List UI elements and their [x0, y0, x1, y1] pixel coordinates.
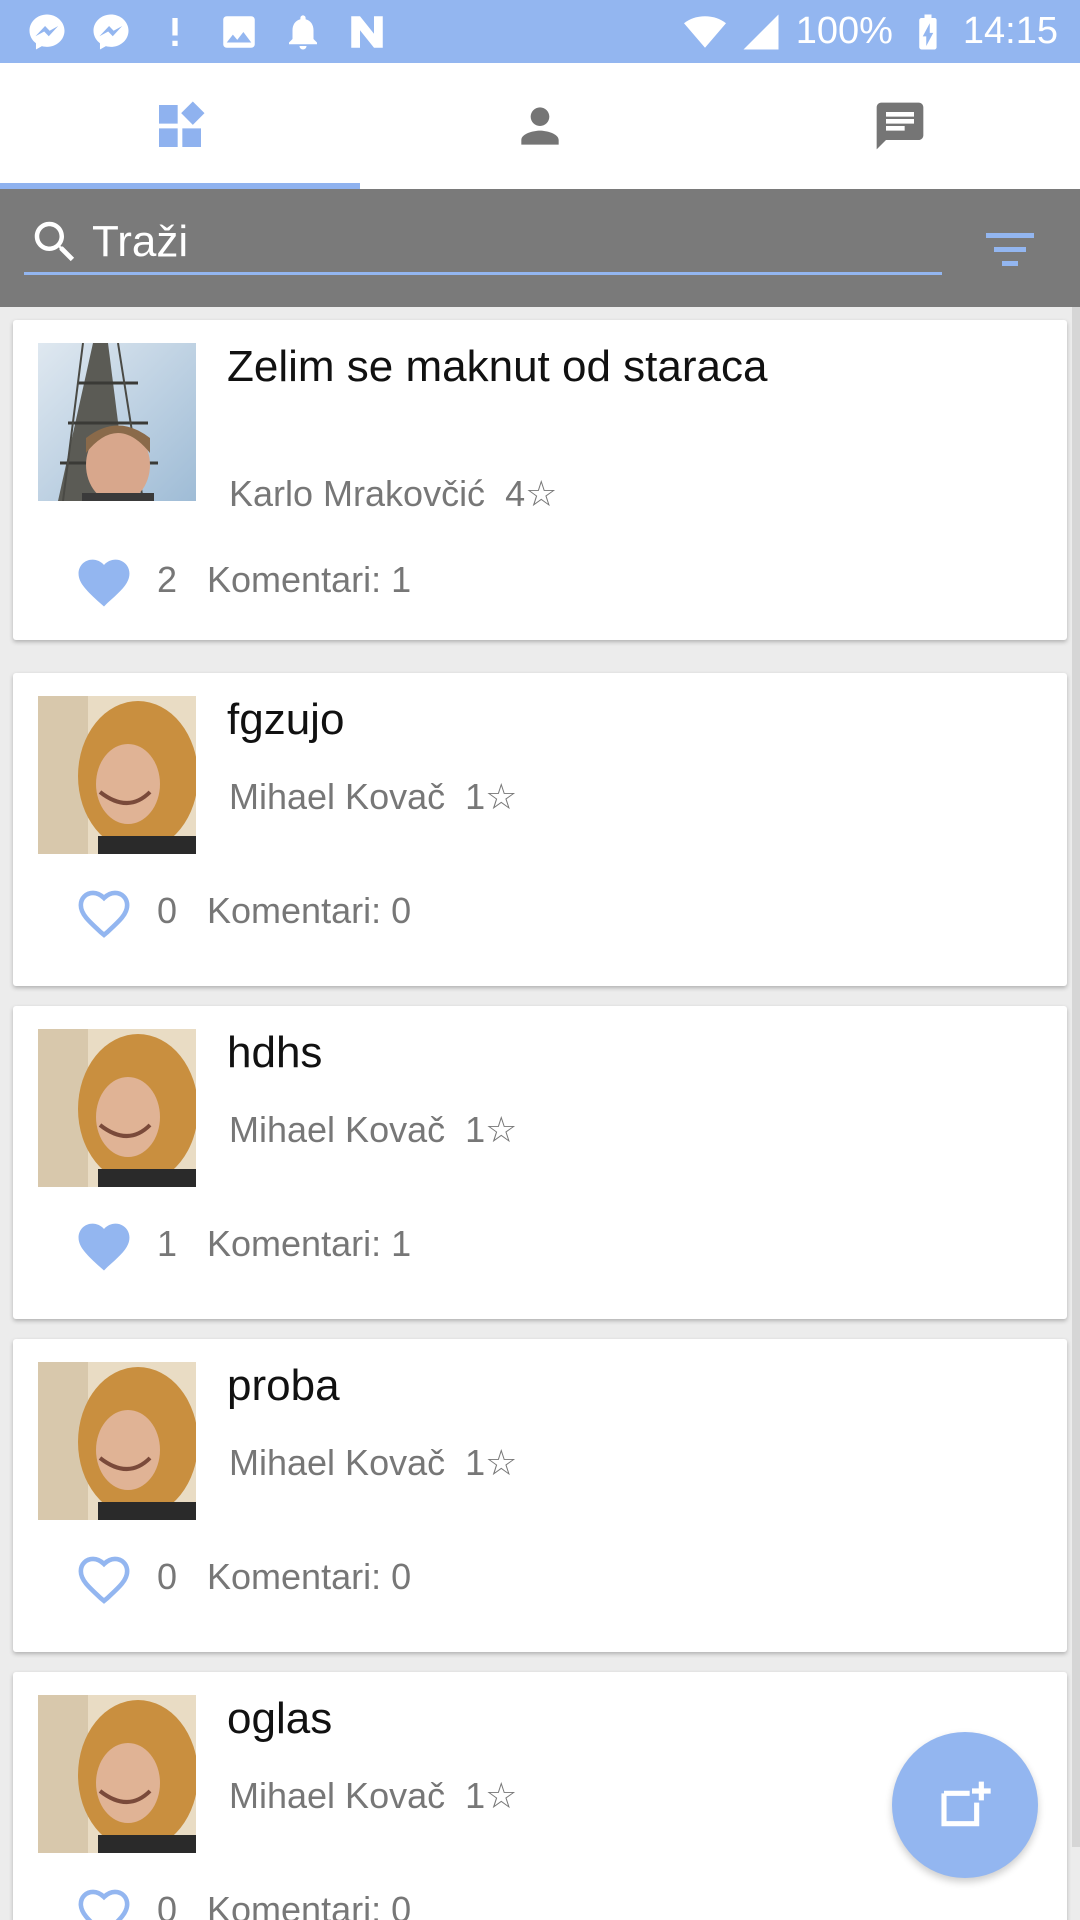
add-post-button[interactable] [892, 1732, 1038, 1878]
search-input[interactable] [90, 215, 910, 268]
tab-dashboard[interactable] [0, 63, 360, 189]
wifi-icon [683, 11, 726, 53]
post-meta: Mihael Kovač 1☆ [229, 1442, 517, 1484]
post-thumbnail [38, 1695, 196, 1853]
post-thumbnail [38, 696, 196, 854]
filter-button[interactable] [980, 224, 1040, 274]
heart-outline-icon[interactable] [73, 1549, 135, 1605]
search-field[interactable] [24, 211, 942, 275]
like-count: 2 [157, 559, 178, 600]
status-bar: 100% 14:15 [0, 0, 1080, 63]
post-author: Mihael Kovač [229, 1109, 446, 1150]
bell-icon [282, 11, 324, 53]
post-title: proba [227, 1361, 340, 1410]
post-thumbnail [38, 1029, 196, 1187]
post-footer: 0 Komentari: 0 [73, 883, 411, 939]
post-footer: 2 Komentari: 1 [73, 552, 411, 608]
post-title: hdhs [227, 1028, 323, 1077]
post-title: fgzujo [227, 695, 345, 744]
nfc-icon [346, 11, 388, 53]
comment-count[interactable]: Komentari: 1 [207, 1223, 411, 1265]
scrollbar[interactable] [1072, 307, 1080, 1847]
post-card[interactable]: hdhs Mihael Kovač 1☆ 1 Komentari: 1 [13, 1006, 1067, 1319]
post-meta: Mihael Kovač 1☆ [229, 1775, 517, 1817]
like-count: 0 [157, 1556, 178, 1597]
search-icon [34, 221, 75, 261]
post-list[interactable]: Zelim se maknut od staraca Karlo Mrakovč… [0, 307, 1080, 1920]
post-author: Mihael Kovač [229, 1775, 446, 1816]
post-card[interactable]: Zelim se maknut od staraca Karlo Mrakovč… [13, 320, 1067, 640]
clock: 14:15 [962, 10, 1058, 52]
post-author: Mihael Kovač [229, 776, 446, 817]
post-rating: 1☆ [465, 1442, 518, 1483]
filter-icon [986, 233, 1034, 266]
signal-icon [740, 11, 782, 53]
post-rating: 1☆ [465, 1775, 518, 1816]
post-meta: Karlo Mrakovčić 4☆ [229, 473, 557, 515]
post-meta: Mihael Kovač 1☆ [229, 776, 517, 818]
system-icons: 100% 14:15 [683, 10, 1058, 53]
post-footer: 1 Komentari: 1 [73, 1216, 411, 1272]
comment-count[interactable]: Komentari: 0 [207, 1889, 411, 1920]
heart-filled-icon[interactable] [73, 1216, 135, 1272]
post-author: Karlo Mrakovčić [229, 473, 486, 514]
notification-icons [26, 11, 388, 53]
heart-outline-icon[interactable] [73, 883, 135, 939]
post-card[interactable]: proba Mihael Kovač 1☆ 0 Komentari: 0 [13, 1339, 1067, 1652]
like-count: 0 [157, 1889, 178, 1920]
post-thumbnail [38, 343, 196, 501]
heart-outline-icon[interactable] [73, 1882, 135, 1920]
post-rating: 1☆ [465, 776, 518, 817]
tab-bar [0, 63, 1080, 189]
alert-icon [154, 11, 196, 53]
tab-messages[interactable] [720, 63, 1080, 189]
image-icon [218, 11, 260, 53]
post-rating: 4☆ [505, 473, 558, 514]
tab-profile[interactable] [360, 63, 720, 189]
messenger-icon [26, 11, 68, 53]
post-thumbnail [38, 1362, 196, 1520]
battery-charging-icon [907, 11, 949, 53]
person-icon [521, 107, 559, 145]
battery-percent: 100% [795, 10, 893, 52]
post-rating: 1☆ [465, 1109, 518, 1150]
messenger-icon [90, 11, 132, 53]
post-title: Zelim se maknut od staraca [227, 342, 768, 391]
post-title: oglas [227, 1694, 333, 1743]
search-bar [0, 189, 1080, 307]
post-author: Mihael Kovač [229, 1442, 446, 1483]
heart-filled-icon[interactable] [73, 552, 135, 608]
post-footer: 0 Komentari: 0 [73, 1549, 411, 1605]
comment-count[interactable]: Komentari: 1 [207, 559, 411, 601]
post-card[interactable]: fgzujo Mihael Kovač 1☆ 0 Komentari: 0 [13, 673, 1067, 986]
like-count: 1 [157, 1223, 178, 1264]
post-meta: Mihael Kovač 1☆ [229, 1109, 517, 1151]
comment-count[interactable]: Komentari: 0 [207, 890, 411, 932]
dashboard-icon [159, 101, 205, 147]
chat-icon [876, 102, 924, 150]
comment-count[interactable]: Komentari: 0 [207, 1556, 411, 1598]
add-post-icon [941, 1781, 991, 1827]
like-count: 0 [157, 890, 178, 931]
post-footer: 0 Komentari: 0 [73, 1882, 411, 1920]
